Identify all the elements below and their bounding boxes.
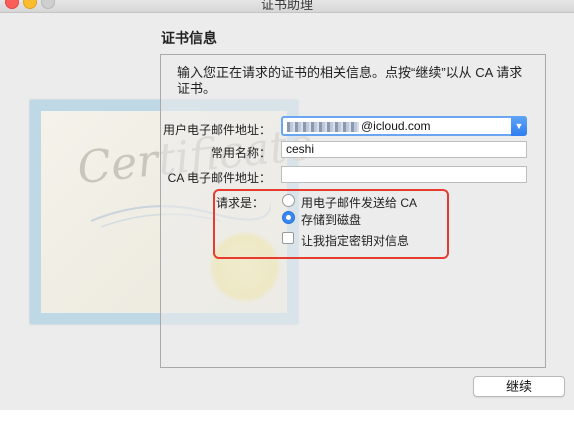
email-field[interactable]: @icloud.com ▼ — [281, 116, 527, 136]
ca-email-field[interactable] — [281, 166, 527, 183]
title-bar: 证书助理 — [0, 0, 574, 13]
page-title: 证书信息 — [161, 30, 217, 46]
intro-text: 输入您正在请求的证书的相关信息。点按“继续”以从 CA 请求证书。 — [177, 65, 523, 96]
email-value: @icloud.com — [361, 119, 431, 133]
annotation-highlight-box — [213, 189, 449, 259]
email-label: 用户电子邮件地址： — [162, 123, 271, 137]
continue-button[interactable]: 继续 — [473, 376, 565, 397]
common-name-field[interactable]: ceshi — [281, 141, 527, 158]
window-title: 证书助理 — [260, 0, 313, 12]
chevron-down-icon[interactable]: ▼ — [511, 116, 527, 136]
ca-email-label: CA 电子邮件地址： — [167, 171, 271, 185]
window-bottom-edge — [0, 410, 574, 423]
common-name-label: 常用名称： — [210, 146, 271, 160]
redacted-text — [287, 121, 359, 132]
